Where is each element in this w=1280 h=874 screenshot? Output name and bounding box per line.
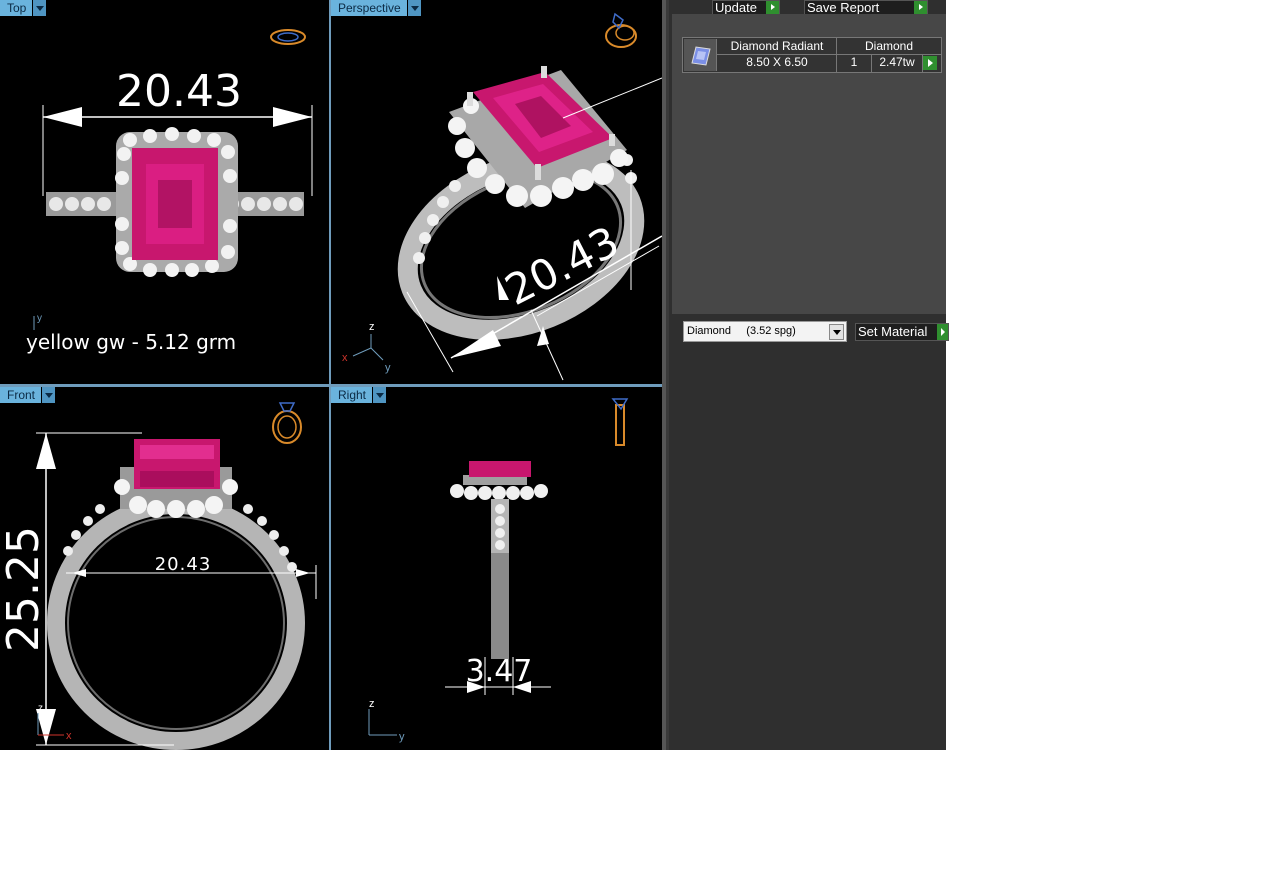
play-icon[interactable] [766,1,779,14]
save-report-button-label: Save Report [807,0,880,15]
stone-material-header: Diamond [864,39,914,53]
viewport-front-label[interactable]: Front [0,387,42,403]
save-report-button[interactable]: Save Report [804,0,928,15]
stone-weight-cell: 2.47tw [879,55,915,69]
chevron-down-icon[interactable] [407,0,421,16]
viewport-perspective[interactable]: Perspective 20.43 z x y [331,0,662,384]
stone-table[interactable]: Diamond Radiant Diamond 8.50 X 6.50 1 2.… [682,37,942,73]
chevron-down-icon[interactable] [42,387,56,403]
front-width-dimension: 20.43 [155,554,212,575]
viewport-perspective-label[interactable]: Perspective [331,0,407,16]
arrow-right-icon [273,107,312,127]
axis-x-label: x [66,730,72,742]
top-view-render: 20.43 y [33,29,313,330]
arrow-up-icon [36,433,56,469]
view-cube-icon[interactable] [270,29,306,45]
axis-z-label: z [38,703,43,714]
front-view-render: 25.25 20.43 z x [0,402,317,750]
stone-list-area: Diamond Radiant Diamond 8.50 X 6.50 1 2.… [672,14,946,314]
play-icon[interactable] [937,324,948,340]
play-icon[interactable] [923,56,937,70]
viewport-splitter-vertical[interactable] [329,0,331,750]
set-material-button[interactable]: Set Material [855,323,949,341]
viewport-front[interactable]: Front 25.25 20.43 z x [0,387,329,750]
viewport-top-label[interactable]: Top [0,0,33,16]
axis-y-label: y [37,313,42,324]
axis-x-label: x [342,352,348,364]
material-select-value: Diamond (3.52 spg) [687,325,796,337]
ring-shank [47,496,305,750]
arrow-down-icon [36,709,56,745]
stone-count-cell: 1 [850,55,858,69]
cad-application: Top 20.43 y yellow gw - 5.12 grm Perspec… [0,0,949,750]
material-weight-note: yellow gw - 5.12 grm [26,330,237,354]
viewport-right-tab[interactable]: Right [331,387,387,403]
halo-stones [450,484,548,500]
view-cube-icon[interactable] [605,12,637,48]
chevron-down-icon[interactable] [373,387,387,403]
axis-z-label: z [369,321,375,333]
right-view-render: 3.47 z y [368,398,629,743]
view-cube-icon[interactable] [611,398,629,446]
arrow-left-icon [43,107,82,127]
perspective-view-render: 20.43 z x y [342,12,662,381]
stone-shape-header: Diamond Radiant [730,39,824,53]
axis-z-label: z [369,698,375,710]
stone-size-cell: 8.50 X 6.50 [746,55,808,69]
gem-report-panel: Update Save Report Diamond Radiant Diamo… [669,0,949,750]
play-icon[interactable] [914,1,927,14]
viewport-top[interactable]: Top 20.43 y yellow gw - 5.12 grm [0,0,329,384]
axis-y-label: y [385,362,391,374]
front-height-dimension: 25.25 [0,526,49,652]
viewport-right[interactable]: Right 3.47 z y [331,387,662,750]
gem-thumbnail-icon [684,39,717,71]
material-select[interactable]: Diamond (3.52 spg) [683,321,847,342]
update-button-label: Update [715,0,757,15]
viewport-right-label[interactable]: Right [331,387,373,403]
viewport-perspective-tab[interactable]: Perspective [331,0,421,16]
chevron-down-icon[interactable] [33,0,47,16]
view-cube-icon[interactable] [272,402,302,444]
set-material-button-label: Set Material [858,324,928,339]
top-width-dimension: 20.43 [116,66,242,117]
center-gem [469,461,531,477]
viewport-front-tab[interactable]: Front [0,387,56,403]
right-width-dimension: 3.47 [466,654,533,689]
axis-gizmo [352,334,384,361]
viewport-top-tab[interactable]: Top [0,0,47,16]
chevron-down-icon[interactable] [829,324,844,340]
update-button[interactable]: Update [712,0,780,15]
axis-y-label: y [399,731,405,743]
